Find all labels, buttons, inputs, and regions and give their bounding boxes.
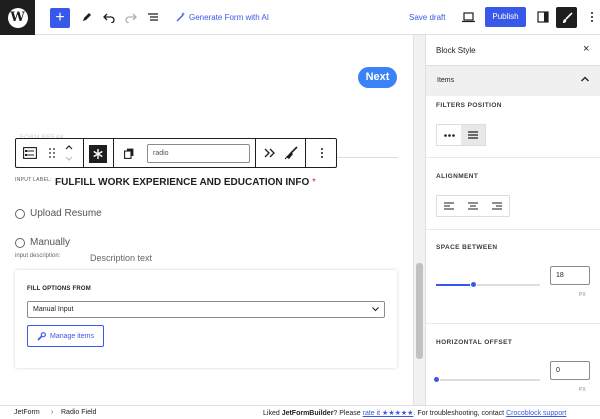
alignment-heading: ALIGNMENT xyxy=(436,173,479,180)
align-right-icon[interactable] xyxy=(485,196,509,216)
footer-liked-middle: ? Please xyxy=(333,410,363,417)
filters-position-heading: FILTERS POSITION xyxy=(436,102,502,109)
scrollbar-thumb[interactable] xyxy=(416,263,423,359)
fill-options-selected: Manual Input xyxy=(33,306,74,313)
support-link[interactable]: Crocoblock support xyxy=(506,410,566,417)
horizontal-offset-slider[interactable] xyxy=(433,376,540,383)
sidebar-title: Block Style xyxy=(436,46,476,55)
copy-icon[interactable] xyxy=(121,145,137,161)
form-block-icon[interactable] xyxy=(22,145,38,161)
editor-canvas: Next FORM BREAK radio INP xyxy=(0,35,413,405)
generate-form-label: Generate Form with AI xyxy=(189,12,270,22)
move-up-down-icon[interactable] xyxy=(61,141,77,165)
save-draft-button[interactable]: Save draft xyxy=(409,13,445,22)
redo-icon[interactable] xyxy=(123,9,139,25)
style-brush-button[interactable] xyxy=(556,7,577,28)
drag-handle-icon[interactable] xyxy=(44,145,60,161)
more-options-icon[interactable] xyxy=(584,9,600,25)
fill-options-panel: FILL OPTIONS FROM Manual Input Manage it… xyxy=(15,270,397,368)
double-chevron-right-icon[interactable] xyxy=(261,145,277,161)
chevron-up-icon xyxy=(581,74,589,84)
divider-line xyxy=(337,157,398,158)
align-left-icon[interactable] xyxy=(437,196,461,216)
wordpress-logo-icon[interactable]: W xyxy=(0,0,35,35)
footer-brand: JetFormBuilder xyxy=(281,410,334,417)
asterisk-icon[interactable] xyxy=(89,145,107,163)
brush-icon xyxy=(562,11,573,23)
rate-link[interactable]: rate it ★★★★★ xyxy=(363,410,414,417)
vertical-lines-icon[interactable] xyxy=(461,125,485,145)
add-block-button[interactable]: + xyxy=(50,8,70,28)
pencil-icon[interactable] xyxy=(79,9,95,25)
sidebar-divider xyxy=(426,229,600,230)
radio-button[interactable] xyxy=(15,237,25,248)
radio-button[interactable] xyxy=(15,208,25,219)
toolbar-separator xyxy=(305,139,306,167)
radio-option-label: Manually xyxy=(30,237,71,248)
field-title-text: FULFILL WORK EXPERIENCE AND EDUCATION IN… xyxy=(55,177,310,188)
settings-sidebar: Block Style × Items FILTERS POSITION ALI… xyxy=(425,35,600,405)
alignment-toggle xyxy=(436,195,510,217)
fill-options-title: FILL OPTIONS FROM xyxy=(27,286,91,292)
input-description-caption: input description: xyxy=(15,253,61,259)
horizontal-offset-unit: PX xyxy=(579,387,586,393)
publish-button[interactable]: Publish xyxy=(485,7,526,27)
space-between-heading: SPACE BETWEEN xyxy=(436,244,498,251)
horizontal-offset-input[interactable]: 0 xyxy=(550,361,590,380)
wrench-icon xyxy=(37,331,46,341)
status-footer: JetForm › Radio Field Liked JetFormBuild… xyxy=(0,405,600,419)
manage-items-button[interactable]: Manage items xyxy=(27,325,104,347)
toolbar-separator xyxy=(113,139,114,167)
slider-fill xyxy=(436,284,473,286)
footer-liked-prefix: Liked xyxy=(263,410,282,417)
slider-thumb[interactable] xyxy=(470,281,477,288)
field-title[interactable]: FULFILL WORK EXPERIENCE AND EDUCATION IN… xyxy=(55,177,316,188)
settings-sidebar-icon[interactable] xyxy=(535,9,551,25)
breadcrumb-item[interactable]: Radio Field xyxy=(61,409,96,416)
list-view-icon[interactable] xyxy=(145,9,161,25)
items-panel-label: Items xyxy=(437,77,455,84)
align-center-icon[interactable] xyxy=(461,196,485,216)
chevron-down-icon xyxy=(372,302,379,317)
input-label-caption: INPUT LABEL: xyxy=(15,177,52,183)
footer-liked-suffix: . For troubleshooting, contact xyxy=(413,410,507,417)
description-text[interactable]: Description text xyxy=(90,253,152,263)
radio-option-label: Upload Resume xyxy=(30,208,102,219)
slider-thumb[interactable] xyxy=(433,376,440,383)
toolbar-separator xyxy=(255,139,256,167)
next-button[interactable]: Next xyxy=(358,67,397,88)
filters-position-toggle xyxy=(436,124,486,146)
fill-options-select[interactable]: Manual Input xyxy=(27,301,385,318)
space-between-slider[interactable] xyxy=(436,281,540,288)
radio-option[interactable]: Upload Resume xyxy=(15,208,102,219)
close-icon[interactable]: × xyxy=(583,43,589,55)
breadcrumb-separator: › xyxy=(51,409,54,416)
sidebar-divider xyxy=(426,323,600,324)
preview-icon[interactable] xyxy=(460,9,476,25)
space-between-input[interactable]: 18 xyxy=(550,266,590,285)
footer-message: Liked JetFormBuilder? Please rate it ★★★… xyxy=(263,409,566,417)
horizontal-offset-heading: HORIZONTAL OFFSET xyxy=(436,339,513,346)
items-panel-toggle[interactable]: Items xyxy=(426,66,600,96)
brush-clean-icon[interactable] xyxy=(283,145,299,161)
toolbar-separator xyxy=(83,139,84,167)
field-name-input[interactable]: radio xyxy=(147,144,250,163)
breadcrumb-item[interactable]: JetForm xyxy=(14,409,40,416)
magic-wand-icon xyxy=(176,12,186,22)
sidebar-header: Block Style × xyxy=(426,35,600,66)
generate-form-ai-button[interactable]: Generate Form with AI xyxy=(176,12,269,22)
more-options-icon[interactable] xyxy=(314,145,330,161)
horizontal-dots-icon[interactable] xyxy=(437,125,461,145)
top-toolbar: W + Generate Form with AI Save draft Pub… xyxy=(0,0,600,35)
manage-items-label: Manage items xyxy=(50,332,94,340)
sidebar-divider xyxy=(426,157,600,158)
required-mark: * xyxy=(312,177,316,188)
radio-option[interactable]: Manually xyxy=(15,237,70,248)
undo-icon[interactable] xyxy=(101,9,117,25)
block-toolbar: radio xyxy=(15,138,337,168)
canvas-scrollbar[interactable] xyxy=(413,35,425,405)
space-between-unit: PX xyxy=(579,292,586,298)
